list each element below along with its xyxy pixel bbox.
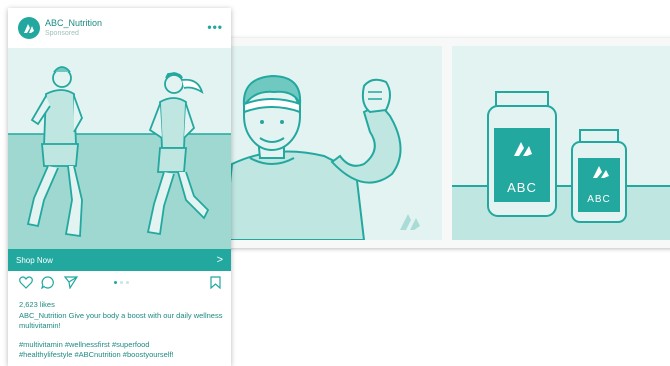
bottle-small-label: ABC <box>587 194 611 205</box>
runners-illustration <box>8 48 231 249</box>
carousel-dots <box>114 281 129 284</box>
carousel-dot[interactable] <box>126 281 129 284</box>
shop-now-button[interactable]: Shop Now > <box>8 249 231 271</box>
chevron-right-icon: > <box>216 254 223 266</box>
heart-icon[interactable] <box>19 276 33 294</box>
carousel-slide-bottles: ABC ABC <box>452 46 670 240</box>
hashtags-line-2[interactable]: #healthylifestyle #ABCnutrition #boostyo… <box>19 350 224 360</box>
share-icon[interactable] <box>63 276 79 294</box>
likes-count[interactable]: 2,623 likes <box>19 300 55 309</box>
bottles-illustration: ABC ABC <box>452 46 670 240</box>
carousel-strip: ABC ABC <box>214 38 670 248</box>
carousel-dot-active[interactable] <box>114 281 117 284</box>
account-name[interactable]: ABC_Nutrition <box>45 18 102 28</box>
carousel-slide-flexing-man <box>214 46 442 240</box>
comment-icon[interactable] <box>40 276 55 294</box>
flexing-man-illustration <box>214 46 442 240</box>
shop-now-label: Shop Now <box>16 255 53 265</box>
bottle-large-label: ABC <box>507 180 537 195</box>
sponsored-post-card: ABC_Nutrition Sponsored ••• Shop Now > 2… <box>8 8 231 366</box>
post-caption: ABC_Nutrition Give your body a boost wit… <box>19 311 224 331</box>
hashtags: #multivitamin #wellnessfirst #superfood … <box>19 340 224 360</box>
sponsored-label: Sponsored <box>45 30 79 37</box>
caption-account[interactable]: ABC_Nutrition <box>19 311 67 320</box>
avatar[interactable] <box>18 17 40 39</box>
post-header: ABC_Nutrition Sponsored ••• <box>8 8 231 48</box>
post-image-runners[interactable] <box>8 48 231 249</box>
more-dots-icon[interactable]: ••• <box>207 20 223 34</box>
bookmark-icon[interactable] <box>210 276 221 294</box>
post-actions <box>8 276 231 292</box>
carousel-dot[interactable] <box>120 281 123 284</box>
hashtags-line-1[interactable]: #multivitamin #wellnessfirst #superfood <box>19 340 224 350</box>
brand-logo-icon <box>24 24 34 33</box>
